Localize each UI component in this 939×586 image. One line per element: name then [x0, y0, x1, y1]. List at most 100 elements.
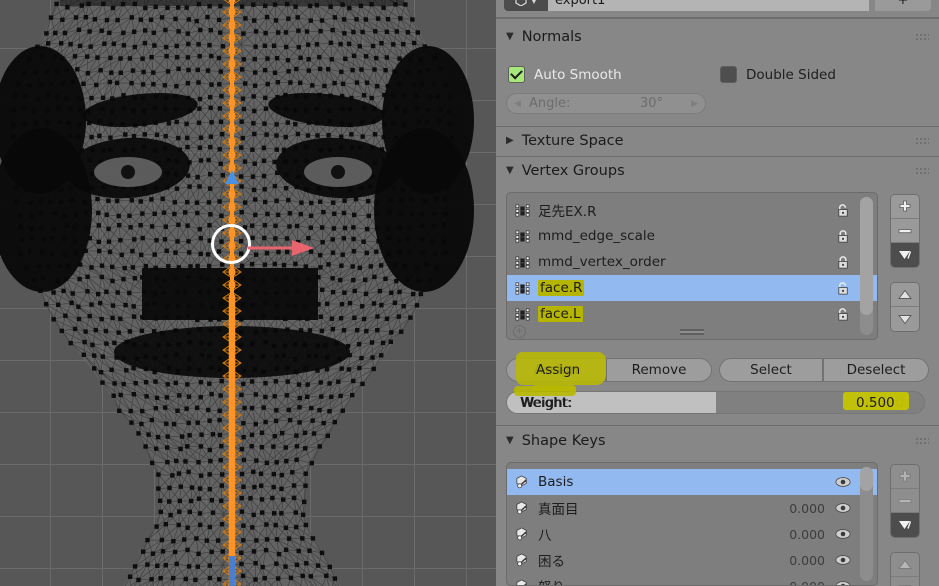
- decrement-arrow-icon[interactable]: ◀: [514, 99, 521, 109]
- vertex-groups-section-header[interactable]: ▼ Vertex Groups: [496, 158, 939, 184]
- datablock-name-field[interactable]: export1: [548, 0, 869, 11]
- weight-value-overlay: 0.500: [856, 395, 895, 411]
- annotation-arrow: [248, 240, 314, 256]
- shape-keys-section-header[interactable]: ▼ Shape Keys: [496, 428, 939, 454]
- scrollbar-thumb[interactable]: [860, 197, 873, 315]
- angle-value: 30°: [639, 96, 663, 111]
- add-row-icon[interactable]: +: [513, 325, 526, 338]
- move-shape-key-down-button[interactable]: [891, 577, 919, 586]
- angle-label: Angle:: [529, 96, 571, 111]
- auto-smooth-checkbox[interactable]: [508, 66, 525, 83]
- remove-vertex-group-button[interactable]: [891, 219, 919, 243]
- remove-shape-key-button[interactable]: [891, 489, 919, 513]
- move-vertex-group-down-button[interactable]: [891, 307, 919, 331]
- move-up-icon: [898, 289, 912, 299]
- panel-grip-icon: [915, 33, 929, 41]
- list-item[interactable]: face.L: [507, 301, 877, 327]
- list-item[interactable]: Basis: [507, 469, 877, 495]
- new-datablock-button[interactable]: +: [875, 0, 931, 11]
- collapse-triangle-down-icon[interactable]: ▼: [506, 32, 514, 42]
- eye-icon[interactable]: [835, 528, 851, 540]
- list-item-label: 困る: [538, 554, 565, 570]
- vertex-group-list[interactable]: 足先EX.R mmd_edge_scale mmd_vertex_order f…: [506, 192, 878, 340]
- panel-grip-icon: [915, 167, 929, 175]
- remove-icon: [898, 498, 912, 503]
- auto-smooth-row[interactable]: Auto Smooth: [508, 66, 622, 83]
- list-item[interactable]: 困る 0.000: [507, 547, 877, 573]
- unlock-icon[interactable]: [836, 307, 851, 322]
- list-item[interactable]: mmd_vertex_order: [507, 249, 877, 275]
- resize-grip[interactable]: [680, 329, 704, 335]
- shape-key-value[interactable]: 0.000: [789, 501, 825, 516]
- normals-title: Normals: [521, 29, 582, 45]
- shape-key-specials-button[interactable]: [891, 513, 919, 537]
- vertex-group-actions-right[interactable]: Select Deselect: [719, 358, 929, 382]
- vertex-group-icon: [515, 230, 530, 242]
- properties-panel[interactable]: ▼ export1 + ▼ Normals Auto Smooth Double…: [496, 0, 939, 586]
- double-sided-row[interactable]: Double Sided: [720, 66, 836, 83]
- vertex-group-add-remove-stack[interactable]: [890, 194, 920, 268]
- list-item[interactable]: 怒り 0.000: [507, 573, 877, 586]
- list-item[interactable]: 八 0.000: [507, 521, 877, 547]
- add-icon: [899, 470, 911, 481]
- auto-smooth-label: Auto Smooth: [534, 66, 622, 83]
- expand-triangle-right-icon[interactable]: ▶: [506, 136, 514, 146]
- list-item[interactable]: 真面目 0.000: [507, 495, 877, 521]
- list-item-label: 怒り: [538, 576, 565, 585]
- eye-icon[interactable]: [835, 502, 851, 514]
- remove-from-group-button[interactable]: Remove: [606, 358, 712, 382]
- double-sided-checkbox[interactable]: [720, 66, 737, 83]
- divider: [496, 156, 939, 157]
- list-item[interactable]: mmd_edge_scale: [507, 223, 877, 249]
- double-sided-label: Double Sided: [746, 66, 836, 83]
- texture-space-title: Texture Space: [521, 133, 624, 149]
- shape-key-value[interactable]: 0.000: [789, 579, 825, 586]
- unlock-icon[interactable]: [836, 281, 851, 296]
- add-vertex-group-button[interactable]: [891, 195, 919, 219]
- 3d-viewport[interactable]: [0, 0, 496, 586]
- shape-key-value[interactable]: 0.000: [789, 527, 825, 542]
- add-icon: [899, 200, 911, 211]
- select-button[interactable]: Select: [719, 358, 823, 382]
- mesh-data-icon[interactable]: ▼: [504, 0, 548, 11]
- list-item-label: 真面目: [538, 502, 579, 518]
- shape-key-move-stack[interactable]: [890, 552, 920, 586]
- list-item[interactable]: face.R: [507, 275, 877, 301]
- vertex-group-specials-button[interactable]: [891, 243, 919, 267]
- vertex-group-move-stack[interactable]: [890, 282, 920, 332]
- collapse-triangle-down-icon[interactable]: ▼: [506, 166, 514, 176]
- eye-icon[interactable]: [835, 580, 851, 586]
- scrollbar-thumb[interactable]: [860, 467, 873, 491]
- eye-icon[interactable]: [835, 554, 851, 566]
- chevron-down-icon[interactable]: ▼: [531, 0, 537, 5]
- deselect-button[interactable]: Deselect: [823, 358, 929, 382]
- list-item-label: face.R: [538, 280, 585, 296]
- mesh-datablock-row[interactable]: ▼ export1 +: [504, 0, 931, 12]
- list-item-label: mmd_vertex_order: [538, 254, 666, 270]
- shape-key-value[interactable]: 0.000: [789, 553, 825, 568]
- increment-arrow-icon[interactable]: ▶: [691, 99, 698, 109]
- lock-icon[interactable]: [836, 229, 851, 244]
- eye-icon[interactable]: [835, 476, 851, 488]
- shape-keys-list[interactable]: Basis 真面目 0.000 八 0.000 困る 0.000 0.000: [506, 462, 878, 586]
- list-scrollbar[interactable]: [860, 467, 873, 581]
- lock-icon[interactable]: [836, 255, 851, 270]
- vertex-group-icon: [515, 308, 530, 320]
- texture-space-section-header[interactable]: ▶ Texture Space: [496, 128, 939, 154]
- shape-key-icon: [516, 501, 527, 514]
- vertex-group-icon: [515, 282, 530, 294]
- normals-section-header[interactable]: ▼ Normals: [496, 24, 939, 50]
- shape-key-icon: [516, 579, 527, 585]
- collapse-triangle-down-icon[interactable]: ▼: [506, 436, 514, 446]
- unlock-icon[interactable]: [836, 203, 851, 218]
- move-vertex-group-up-button[interactable]: [891, 283, 919, 307]
- divider: [496, 425, 939, 426]
- move-shape-key-up-button[interactable]: [891, 553, 919, 577]
- shape-key-add-remove-stack[interactable]: [890, 464, 920, 538]
- weight-label-overlay: Weight:: [520, 395, 572, 411]
- list-item[interactable]: 足先EX.R: [507, 197, 877, 223]
- list-item-label: 足先EX.R: [538, 204, 597, 220]
- angle-number-field[interactable]: ◀ Angle: 30° ▶: [506, 93, 706, 114]
- add-shape-key-button[interactable]: [891, 465, 919, 489]
- list-scrollbar[interactable]: [860, 197, 873, 335]
